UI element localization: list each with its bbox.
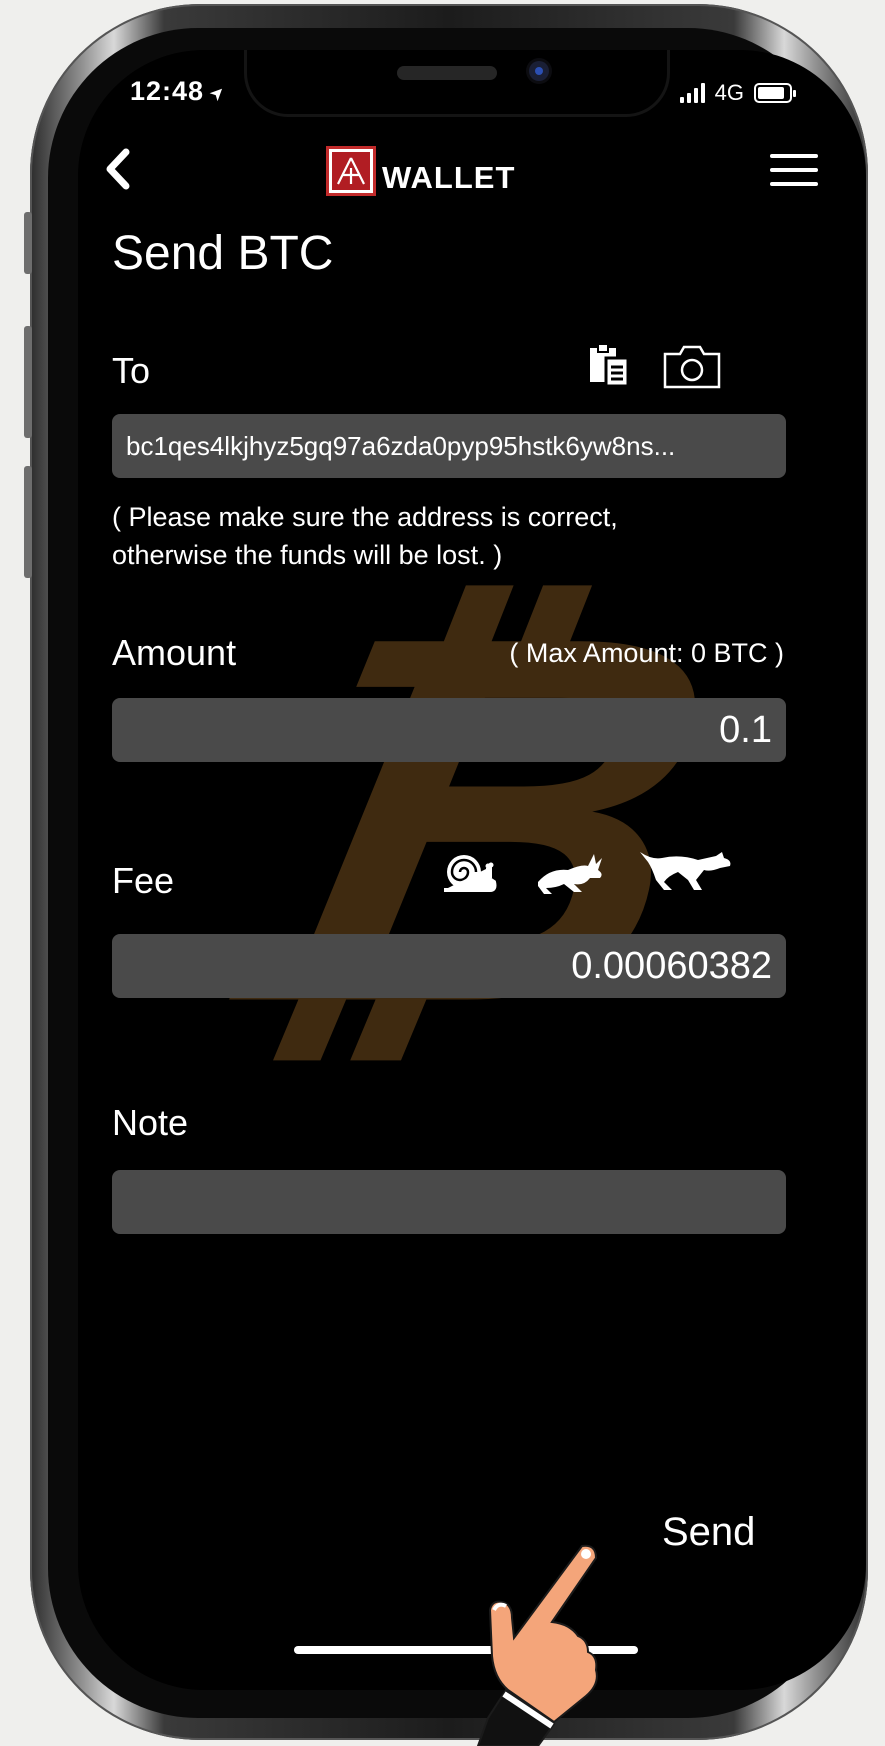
location-icon: ➤ [204, 80, 231, 106]
fee-input[interactable]: 0.00060382 [112, 934, 786, 998]
status-time: 12:48➤ [130, 76, 231, 106]
address-input[interactable]: bc1qes4lkjhyz5gq97a6zda0pyp95hstk6yw8ns.… [112, 414, 786, 478]
note-input[interactable] [112, 1170, 786, 1234]
amount-label: Amount [112, 632, 237, 673]
clipboard-paste-icon [590, 343, 630, 388]
amount-value: 0.1 [719, 708, 772, 751]
side-button [24, 212, 32, 274]
app-logo: WALLET [326, 146, 515, 196]
to-label: To [112, 350, 151, 391]
fee-value: 0.00060382 [571, 944, 772, 987]
chevron-left-icon [106, 148, 130, 190]
back-button[interactable] [98, 144, 138, 194]
volume-down-button [24, 466, 32, 578]
address-warning: ( Please make sure the address is correc… [112, 498, 618, 574]
speaker [397, 66, 497, 80]
front-camera [529, 61, 549, 81]
menu-icon [770, 154, 818, 158]
max-amount-text: ( Max Amount: 0 BTC ) [509, 638, 784, 668]
address-value: bc1qes4lkjhyz5gq97a6zda0pyp95hstk6yw8ns.… [126, 430, 676, 461]
fee-fast-button[interactable] [638, 846, 734, 899]
camera-icon [663, 345, 721, 389]
cheetah-icon [640, 852, 731, 890]
send-button[interactable]: Send [662, 1510, 755, 1555]
fee-label: Fee [112, 860, 175, 901]
page-title: Send BTC [112, 227, 334, 280]
logo-a-icon [337, 157, 365, 185]
fee-slow-button[interactable] [440, 848, 500, 901]
snail-icon [444, 855, 497, 892]
volume-up-button [24, 326, 32, 438]
logo-mark [326, 146, 376, 196]
app-screen: 12:48➤ 4G WALLET Send BTC ₿ To bc1qes4lk… [78, 50, 866, 1690]
signal-icon [679, 83, 705, 103]
rabbit-icon [538, 854, 602, 894]
address-warning-line1: ( Please make sure the address is correc… [112, 502, 618, 532]
status-indicators: 4G [679, 80, 796, 106]
menu-button[interactable] [770, 154, 818, 188]
address-warning-line2: otherwise the funds will be lost. ) [112, 540, 503, 570]
amount-input[interactable]: 0.1 [112, 698, 786, 762]
logo-text: WALLET [382, 160, 516, 195]
paste-button[interactable] [586, 342, 634, 395]
note-label: Note [112, 1102, 189, 1143]
scan-qr-button[interactable] [662, 342, 722, 395]
fee-normal-button[interactable] [534, 848, 608, 901]
network-type: 4G [714, 80, 744, 105]
pointing-hand-icon [476, 1544, 598, 1746]
notch [244, 50, 670, 117]
battery-icon [754, 83, 796, 103]
